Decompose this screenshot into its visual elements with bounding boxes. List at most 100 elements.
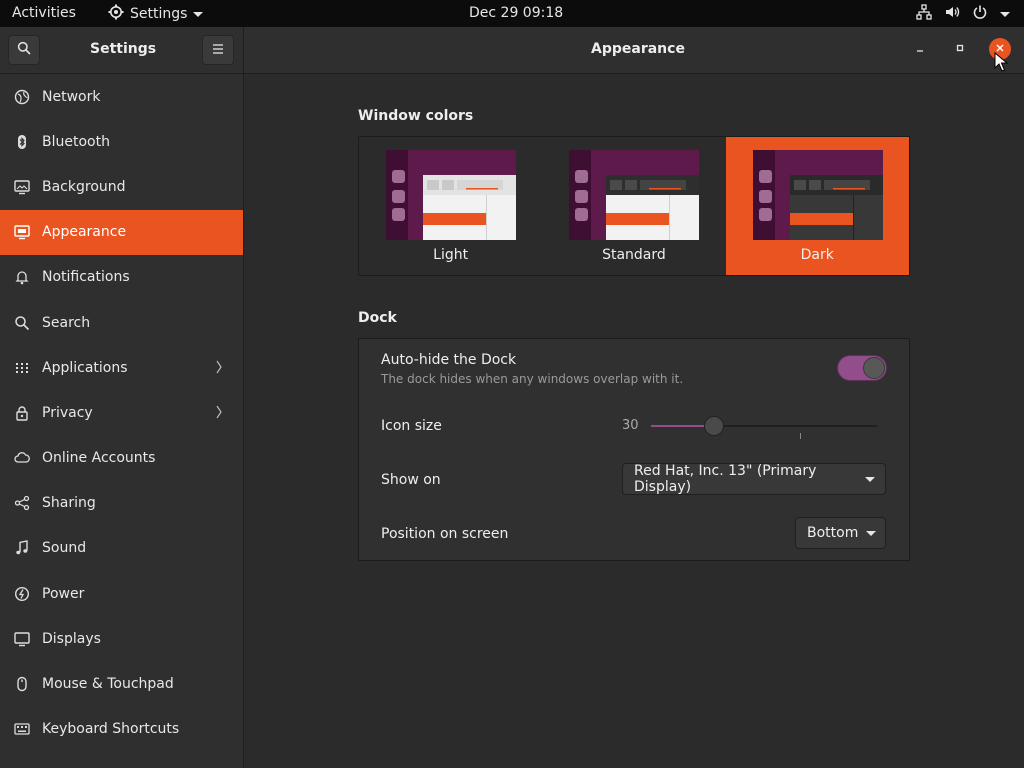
search-button[interactable] xyxy=(8,35,40,65)
page-title: Appearance xyxy=(591,41,685,57)
bell-icon xyxy=(14,269,30,285)
sidebar-item-label: Displays xyxy=(42,630,101,647)
show-on-dropdown[interactable]: Red Hat, Inc. 13" (Primary Display) xyxy=(622,463,886,495)
sidebar-item-displays[interactable]: Displays xyxy=(0,616,243,661)
sidebar-header: Settings xyxy=(0,27,244,74)
color-option-label: Light xyxy=(433,247,469,263)
sidebar-item-label: Privacy xyxy=(42,404,93,421)
icon-size-slider[interactable] xyxy=(651,425,877,427)
hamburger-menu-icon xyxy=(212,42,224,58)
chevron-down-icon xyxy=(1000,11,1010,17)
position-value: Bottom xyxy=(807,525,859,541)
sidebar-item-bluetooth[interactable]: Bluetooth xyxy=(0,119,243,164)
main-header: Appearance xyxy=(244,27,1024,74)
top-bar: Activities Settings Dec 29 09:18 xyxy=(0,0,1024,27)
sidebar-item-online-accounts[interactable]: Online Accounts xyxy=(0,436,243,481)
network-icon xyxy=(916,4,932,24)
dock-heading: Dock xyxy=(358,310,397,326)
volume-icon xyxy=(944,4,960,24)
display-icon xyxy=(14,631,30,647)
chevron-right-icon xyxy=(215,405,223,423)
sidebar-item-label: Online Accounts xyxy=(42,450,156,467)
sidebar-item-label: Power xyxy=(42,585,85,602)
sidebar-item-label: Mouse & Touchpad xyxy=(42,676,174,693)
sidebar-item-label: Sharing xyxy=(42,495,96,512)
autohide-toggle[interactable] xyxy=(837,355,887,381)
sidebar-item-applications[interactable]: Applications xyxy=(0,345,243,390)
window-colors-selector: Light Standard Dark xyxy=(358,136,910,276)
restore-icon xyxy=(955,41,965,57)
bluetooth-icon xyxy=(14,134,30,150)
sidebar-item-label: Keyboard Shortcuts xyxy=(42,721,180,738)
show-on-label: Show on xyxy=(381,472,441,488)
app-menu-label: Settings xyxy=(130,6,188,22)
music-note-icon xyxy=(14,540,30,556)
sidebar-item-privacy[interactable]: Privacy xyxy=(0,390,243,435)
autohide-label: Auto-hide the Dock xyxy=(381,352,517,368)
sidebar-item-label: Appearance xyxy=(42,224,127,241)
light-theme-preview xyxy=(386,150,516,240)
minimize-icon xyxy=(915,41,925,57)
minimize-button[interactable] xyxy=(908,37,932,61)
sidebar-item-power[interactable]: Power xyxy=(0,571,243,616)
search-icon xyxy=(17,41,31,59)
monitor-icon xyxy=(14,179,30,195)
mouse-icon xyxy=(14,676,30,692)
sidebar-item-notifications[interactable]: Notifications xyxy=(0,255,243,300)
maximize-button[interactable] xyxy=(948,37,972,61)
slider-tick-mark xyxy=(800,433,801,439)
position-label: Position on screen xyxy=(381,526,509,542)
mouse-cursor-icon xyxy=(994,51,1009,76)
sidebar-item-sound[interactable]: Sound xyxy=(0,526,243,571)
standard-theme-preview xyxy=(569,150,700,240)
color-option-light[interactable]: Light xyxy=(359,137,542,275)
sidebar-item-sharing[interactable]: Sharing xyxy=(0,481,243,526)
sidebar: Network Bluetooth Background Appearance … xyxy=(0,74,244,768)
sidebar-item-mouse-touchpad[interactable]: Mouse & Touchpad xyxy=(0,661,243,706)
dark-theme-preview xyxy=(752,150,883,240)
grid-icon xyxy=(14,360,30,376)
keyboard-icon xyxy=(14,721,30,737)
clock[interactable]: Dec 29 09:18 xyxy=(469,5,563,21)
window-colors-heading: Window colors xyxy=(358,108,474,124)
sidebar-item-search[interactable]: Search xyxy=(0,300,243,345)
sidebar-item-keyboard-shortcuts[interactable]: Keyboard Shortcuts xyxy=(0,707,243,752)
cloud-icon xyxy=(14,450,30,466)
sidebar-item-label: Network xyxy=(42,88,101,105)
color-option-dark[interactable]: Dark xyxy=(725,137,909,275)
share-icon xyxy=(14,495,30,511)
chevron-right-icon xyxy=(215,360,223,378)
show-on-value: Red Hat, Inc. 13" (Primary Display) xyxy=(634,463,817,495)
sidebar-item-appearance[interactable]: Appearance xyxy=(0,209,243,255)
position-dropdown[interactable]: Bottom xyxy=(795,517,886,549)
icon-size-label: Icon size xyxy=(381,418,442,434)
lock-icon xyxy=(14,405,30,421)
appearance-panel: Window colors Light Standard Dark Dock A… xyxy=(244,74,1024,768)
search-icon xyxy=(14,315,30,331)
power-icon xyxy=(972,4,988,24)
color-option-standard[interactable]: Standard xyxy=(542,137,725,275)
sidebar-item-label: Applications xyxy=(42,359,128,376)
system-tray[interactable] xyxy=(916,4,1010,24)
menu-button[interactable] xyxy=(202,35,234,65)
activities-button[interactable]: Activities xyxy=(12,5,76,21)
dock-settings: Auto-hide the Dock The dock hides when a… xyxy=(358,338,910,561)
chevron-down-icon xyxy=(865,476,875,482)
sidebar-title: Settings xyxy=(90,41,157,57)
color-option-label: Standard xyxy=(602,247,666,263)
autohide-description: The dock hides when any windows overlap … xyxy=(381,372,684,386)
sidebar-item-label: Notifications xyxy=(42,269,130,286)
chevron-down-icon xyxy=(866,530,877,536)
color-option-label: Dark xyxy=(800,247,834,263)
sidebar-item-background[interactable]: Background xyxy=(0,164,243,209)
icon-size-value: 30 xyxy=(622,418,639,433)
sidebar-item-label: Sound xyxy=(42,540,87,557)
sidebar-item-network[interactable]: Network xyxy=(0,74,243,119)
toggle-knob xyxy=(863,357,885,379)
icon-size-slider-handle[interactable] xyxy=(704,416,725,436)
power-icon xyxy=(14,586,30,602)
appearance-icon xyxy=(14,224,30,240)
chevron-down-icon xyxy=(193,11,204,17)
sidebar-item-label: Bluetooth xyxy=(42,133,110,150)
app-menu[interactable]: Settings xyxy=(108,4,204,24)
